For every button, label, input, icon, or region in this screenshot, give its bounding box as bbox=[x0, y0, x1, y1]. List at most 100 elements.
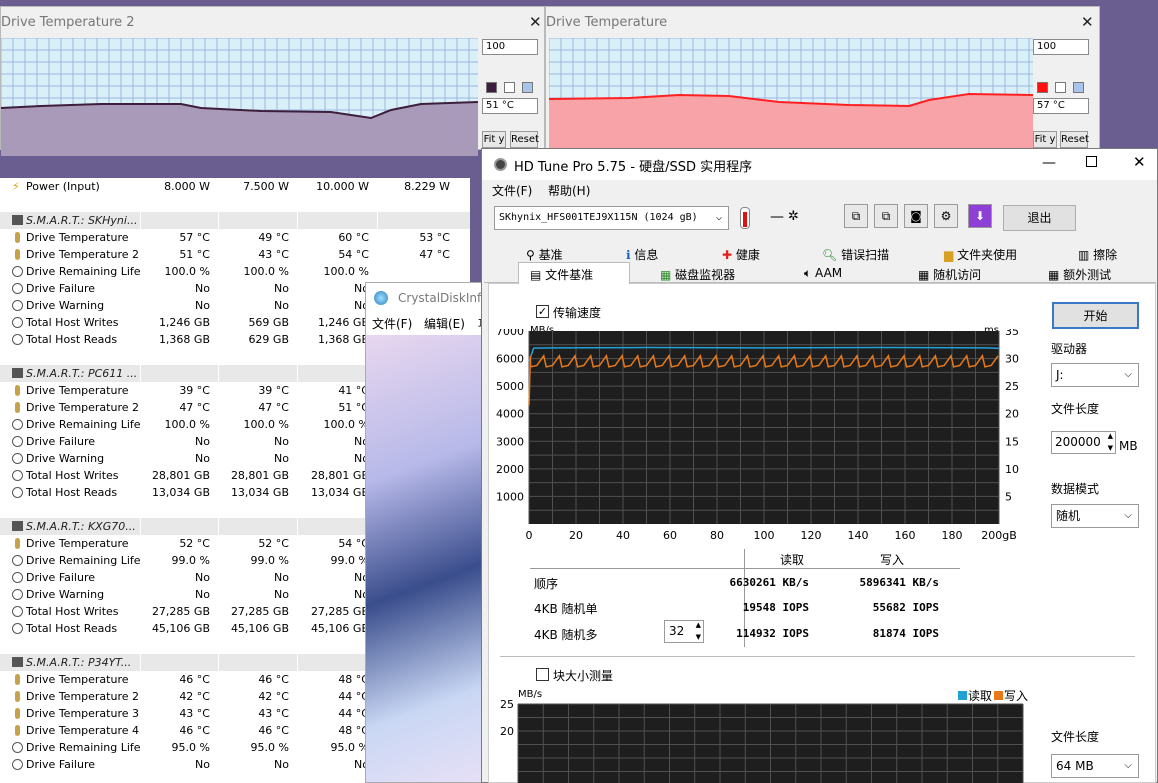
color-swatch[interactable] bbox=[486, 82, 497, 93]
copy-icon[interactable]: ⧉ bbox=[844, 204, 868, 228]
section-divider bbox=[500, 656, 1135, 657]
sensor-label: S.M.A.R.T.: PC611 ... bbox=[26, 367, 138, 380]
sensor-label: Total Host Reads bbox=[26, 486, 118, 499]
file-length-spinner[interactable]: 200000 ▲ ▼ bbox=[1051, 431, 1116, 454]
sensor-label: Drive Failure bbox=[26, 758, 96, 771]
tab-file-benchmark[interactable]: ▤ 文件基准 bbox=[530, 266, 593, 283]
column-divider bbox=[218, 365, 219, 382]
x-tick-label: 120 bbox=[801, 529, 822, 542]
sensor-value: 28,801 GB bbox=[310, 469, 369, 482]
spinner-arrows-icon[interactable]: ▲ ▼ bbox=[696, 619, 701, 643]
drive-letter-select[interactable]: J: ⌵ bbox=[1051, 363, 1139, 387]
x-tick-label: 200gB bbox=[981, 529, 1017, 542]
crystaldiskinfo-window: CrystalDiskInfo 文件(F) 编辑(E) 功 bbox=[365, 282, 485, 783]
sensor-value: No bbox=[274, 758, 289, 771]
sensor-value: 43 °C bbox=[258, 248, 289, 261]
sensor-label: Drive Temperature 2 bbox=[26, 401, 139, 414]
y2-tick-label: 10 bbox=[1005, 463, 1019, 476]
thermometer-icon bbox=[15, 232, 20, 243]
sensor-value: 100.0 % bbox=[243, 418, 289, 431]
sensor-group-header[interactable]: S.M.A.R.T.: SKHyni... bbox=[0, 212, 470, 229]
sensor-value: 27,285 GB bbox=[151, 605, 210, 618]
data-mode-value: 随机 bbox=[1056, 509, 1081, 523]
degree-icon: ✲ bbox=[788, 209, 799, 224]
fit-y-button[interactable]: Fit y bbox=[482, 131, 506, 148]
current-value-box: 51 °C bbox=[482, 98, 538, 114]
data-mode-label: 数据模式 bbox=[1051, 482, 1100, 496]
menu-help[interactable]: 帮助(H) bbox=[548, 182, 590, 199]
sensor-row[interactable]: Drive Remaining Life 100.0 % 100.0 % 100.0 … bbox=[0, 263, 470, 280]
sensor-value: 1,368 GB bbox=[158, 333, 210, 346]
drive-icon bbox=[12, 521, 23, 531]
sensor-row[interactable]: Drive Temperature 57 °C 49 °C 60 °C 53 °C bbox=[0, 229, 470, 246]
tab-disk-monitor[interactable]: ▦ 磁盘监视器 bbox=[660, 266, 735, 283]
spinner-arrows-icon[interactable]: ▲ ▼ bbox=[1108, 430, 1113, 454]
results-rule bbox=[530, 568, 960, 569]
max-value-box[interactable]: 100 bbox=[1033, 39, 1089, 55]
close-icon[interactable]: ✕ bbox=[529, 13, 542, 31]
sensor-value: 95.0 % bbox=[250, 741, 289, 754]
options-icon[interactable]: ⚙ bbox=[934, 204, 958, 228]
menu-edit[interactable]: 编辑(E) bbox=[424, 315, 465, 332]
sensor-row[interactable]: Drive Temperature 2 51 °C 43 °C 54 °C 47 °C bbox=[0, 246, 470, 263]
tab-extra-tests[interactable]: ▦ 额外测试 bbox=[1048, 266, 1111, 283]
tab-aam[interactable]: 🔈︎ AAM bbox=[804, 266, 842, 281]
maximize-icon[interactable] bbox=[1086, 156, 1097, 167]
tab-folder-usage[interactable]: ▆ 文件夹使用 bbox=[944, 246, 1017, 263]
close-icon[interactable]: ✕ bbox=[1081, 13, 1094, 31]
sensor-label: Total Host Writes bbox=[26, 469, 119, 482]
tab-info[interactable]: ℹ 信息 bbox=[626, 246, 658, 263]
sensor-value: 42 °C bbox=[258, 690, 289, 703]
copy-all-icon[interactable]: ⧉ bbox=[874, 204, 898, 228]
gauge-icon bbox=[12, 453, 23, 464]
color-swatch[interactable] bbox=[1055, 82, 1066, 93]
tab-health[interactable]: ✚ 健康 bbox=[722, 246, 760, 263]
trash-icon: ▥ bbox=[1078, 248, 1090, 262]
minimize-icon[interactable]: — bbox=[1042, 155, 1056, 171]
tab-error-scan[interactable]: 🔍︎ 错误扫描 bbox=[822, 246, 889, 263]
close-icon[interactable]: ✕ bbox=[1133, 153, 1146, 171]
color-swatch[interactable] bbox=[504, 82, 515, 93]
fit-y-button[interactable]: Fit y bbox=[1033, 131, 1057, 148]
color-swatch[interactable] bbox=[1037, 82, 1048, 93]
data-mode-select[interactable]: 随机 ⌵ bbox=[1051, 504, 1139, 528]
sensor-value: 13,034 GB bbox=[230, 486, 289, 499]
reset-button[interactable]: Reset bbox=[510, 131, 539, 148]
start-button[interactable]: 开始 bbox=[1052, 302, 1139, 329]
temperature-plot bbox=[549, 38, 1033, 156]
file-length-select[interactable]: 64 MB ⌵ bbox=[1051, 754, 1139, 778]
sensor-label: Drive Remaining Life bbox=[26, 265, 141, 278]
reset-button[interactable]: Reset bbox=[1060, 131, 1089, 148]
queue-depth-spinner[interactable]: 32 ▲ ▼ bbox=[664, 620, 704, 643]
sensor-row[interactable]: ⚡ Power (Input) 8.000 W 7.500 W 10.000 W 8.22… bbox=[0, 178, 470, 195]
thermometer-icon bbox=[15, 385, 20, 396]
gauge-icon bbox=[12, 317, 23, 328]
color-swatch[interactable] bbox=[1073, 82, 1084, 93]
x-tick-label: 140 bbox=[848, 529, 869, 542]
tab-erase[interactable]: ▥ 擦除 bbox=[1078, 246, 1117, 263]
sensor-value: 1,246 GB bbox=[317, 316, 369, 329]
x-tick-label: 80 bbox=[710, 529, 724, 542]
drive-select[interactable]: SKhynix_HFS001TEJ9X115N (1024 gB) ⌵ bbox=[494, 206, 729, 230]
drive-icon bbox=[12, 657, 23, 667]
chevron-down-icon: ⌵ bbox=[715, 212, 722, 223]
sensor-value: 13,034 GB bbox=[310, 486, 369, 499]
menu-file[interactable]: 文件(F) bbox=[372, 315, 412, 332]
sensor-label: Drive Temperature bbox=[26, 231, 129, 244]
y-tick-label: 5000 bbox=[496, 380, 524, 393]
y2-tick-label: 5 bbox=[1005, 490, 1012, 503]
sensor-label: Drive Temperature bbox=[26, 537, 129, 550]
transfer-speed-checkbox[interactable]: ✓ bbox=[536, 305, 549, 318]
menu-file[interactable]: 文件(F) bbox=[492, 182, 532, 199]
color-swatch[interactable] bbox=[522, 82, 533, 93]
tab-benchmark[interactable]: ⚲ 基准 bbox=[526, 246, 563, 263]
exit-button[interactable]: 退出 bbox=[1003, 205, 1076, 231]
tab-random-access[interactable]: ▦ 随机访问 bbox=[918, 266, 981, 283]
graph-window-left: Drive Temperature 2 ✕ 100 51 °C Fit y Re… bbox=[0, 6, 545, 156]
max-value-box[interactable]: 100 bbox=[482, 39, 538, 55]
download-icon[interactable]: ⬇ bbox=[968, 204, 992, 228]
result-write: 55682 IOPS bbox=[872, 601, 939, 614]
gauge-icon bbox=[12, 487, 23, 498]
camera-icon[interactable]: ◙ bbox=[904, 204, 928, 228]
block-size-checkbox[interactable] bbox=[536, 668, 549, 681]
